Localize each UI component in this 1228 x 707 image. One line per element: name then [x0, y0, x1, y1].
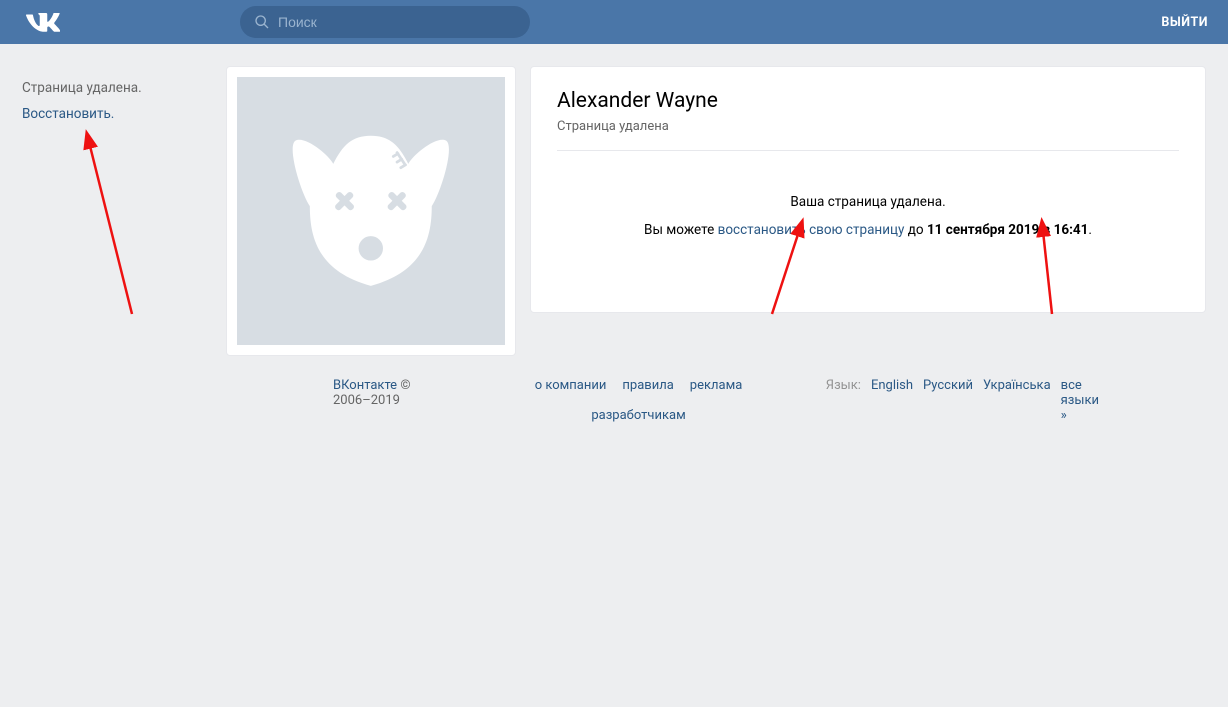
profile-column: Alexander Wayne Страница удалена Ваша ст… — [530, 66, 1206, 356]
footer-links: о компании правила реклама разработчикам — [511, 378, 766, 423]
lang-uk[interactable]: Українська — [983, 378, 1051, 393]
vk-logo-icon — [24, 11, 60, 33]
deleted-dog-icon — [277, 117, 465, 305]
restore-mid: до — [904, 222, 927, 238]
profile-card: Alexander Wayne Страница удалена Ваша ст… — [530, 66, 1206, 313]
restore-suffix: . — [1088, 222, 1092, 238]
deleted-title: Ваша страница удалена. — [557, 189, 1179, 215]
restore-prefix: Вы можете — [644, 222, 718, 238]
footer-copyright: ВКонтакте © 2006–2019 — [333, 378, 451, 423]
deleted-avatar-placeholder — [237, 77, 505, 345]
footer-languages: Язык: English Русский Українська все язы… — [826, 378, 1099, 423]
lang-all[interactable]: все языки » — [1061, 378, 1099, 423]
logout-link[interactable]: ВЫЙТИ — [1161, 15, 1208, 30]
lang-ru[interactable]: Русский — [923, 378, 973, 393]
deleted-restore-line: Вы можете восстановить свою страницу до … — [557, 217, 1179, 243]
avatar-card — [226, 66, 516, 356]
search-icon — [254, 14, 270, 30]
search-box[interactable] — [240, 6, 530, 38]
footer-ads-link[interactable]: реклама — [690, 378, 743, 394]
lang-en[interactable]: English — [871, 378, 913, 393]
profile-name: Alexander Wayne — [557, 89, 1179, 113]
restore-link[interactable]: Восстановить. — [22, 106, 114, 122]
footer-brand-link[interactable]: ВКонтакте — [333, 378, 397, 393]
deleted-message: Ваша страница удалена. Вы можете восстан… — [557, 151, 1179, 243]
vk-logo[interactable] — [24, 11, 60, 33]
page-body: Страница удалена. Восстановить. — [22, 44, 1206, 356]
app-header: ВЫЙТИ — [0, 0, 1228, 44]
page-deleted-label: Страница удалена. — [22, 80, 212, 96]
footer-devs-link[interactable]: разработчикам — [591, 408, 685, 424]
left-sidebar: Страница удалена. Восстановить. — [22, 66, 212, 356]
profile-subtitle: Страница удалена — [557, 119, 1179, 151]
restore-page-link[interactable]: восстановить свою страницу — [718, 222, 905, 238]
footer-rules-link[interactable]: правила — [622, 378, 673, 394]
search-input[interactable] — [278, 14, 516, 30]
footer-about-link[interactable]: о компании — [535, 378, 607, 394]
avatar-column — [226, 66, 516, 356]
footer: ВКонтакте © 2006–2019 о компании правила… — [129, 378, 1099, 423]
restore-deadline: 11 сентября 2019 в 16:41 — [927, 222, 1088, 238]
lang-label: Язык: — [826, 378, 861, 393]
